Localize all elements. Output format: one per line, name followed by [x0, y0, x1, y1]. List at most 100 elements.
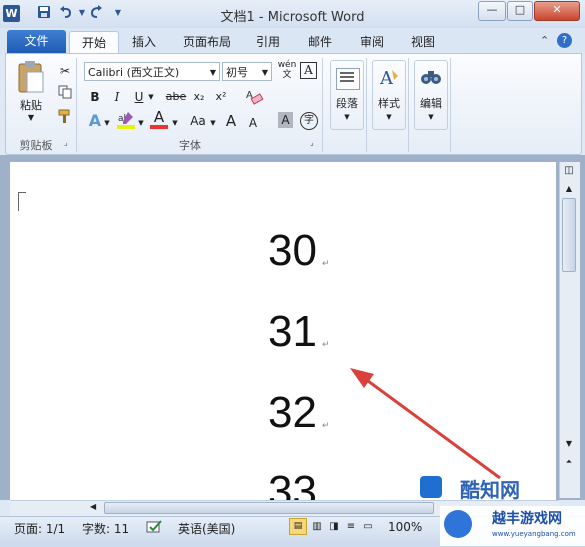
editing-group-button[interactable]: 编辑 ▼: [414, 60, 448, 130]
close-button[interactable]: ✕: [534, 1, 580, 21]
chevron-down-icon[interactable]: ▼: [262, 63, 268, 82]
tab-insert[interactable]: 插入: [122, 31, 166, 53]
styles-icon: A: [378, 66, 400, 89]
tab-view[interactable]: 视图: [403, 31, 443, 53]
word-count-status[interactable]: 字数: 11: [82, 520, 129, 537]
grow-font-button[interactable]: A: [222, 112, 240, 130]
group-separator: [366, 58, 367, 152]
document-page[interactable]: 30 ↵ 31 ↵ 32 ↵ 33: [10, 162, 556, 502]
character-shading-button[interactable]: A: [278, 112, 293, 128]
chevron-down-icon[interactable]: ▼: [208, 114, 218, 132]
chevron-down-icon[interactable]: ▼: [136, 114, 146, 132]
change-case-button[interactable]: Aa: [186, 112, 210, 130]
zoom-level[interactable]: 100%: [388, 520, 422, 534]
chevron-down-icon: ▼: [344, 113, 350, 121]
copy-icon[interactable]: [56, 85, 74, 103]
cut-icon[interactable]: ✂: [56, 62, 74, 80]
kuzhi-watermark: 酷知网: [420, 474, 540, 504]
document-line-33[interactable]: 33: [268, 467, 317, 502]
scroll-left-arrow[interactable]: ◀: [90, 502, 102, 511]
site-watermark: 越丰游戏网 www.yueyangbang.com: [440, 506, 585, 546]
language-status[interactable]: 英语(美国): [178, 520, 235, 537]
full-screen-reading-icon[interactable]: ▥: [309, 518, 325, 535]
group-separator: [450, 58, 451, 152]
web-layout-icon[interactable]: ◨: [326, 518, 342, 535]
tab-file[interactable]: 文件: [7, 30, 66, 53]
outline-view-icon[interactable]: ≡: [343, 518, 359, 535]
paragraph-mark: ↵: [322, 259, 330, 269]
draft-view-icon[interactable]: ▭: [360, 518, 376, 535]
tab-references[interactable]: 引用: [248, 31, 288, 53]
ruler-toggle-icon[interactable]: ◫: [562, 164, 576, 178]
highlight-color-icon[interactable]: ab: [116, 110, 136, 129]
font-size-value: 初号: [226, 66, 248, 79]
paste-dropdown-icon[interactable]: ▼: [25, 113, 37, 122]
paragraph-group-button[interactable]: 段落 ▼: [330, 60, 364, 130]
document-line-30[interactable]: 30: [268, 226, 317, 276]
character-border-icon[interactable]: A: [300, 62, 317, 79]
styles-label: 样式: [378, 97, 400, 110]
bold-button[interactable]: B: [86, 88, 104, 106]
print-layout-view-icon[interactable]: ▤: [289, 518, 307, 535]
tab-home[interactable]: 开始: [69, 31, 119, 54]
chevron-down-icon[interactable]: ▼: [170, 114, 180, 132]
horizontal-scroll-thumb[interactable]: [104, 502, 434, 514]
binoculars-icon: [420, 67, 442, 87]
maximize-button[interactable]: □: [507, 1, 533, 21]
tab-review[interactable]: 审阅: [352, 31, 392, 53]
tab-mailings[interactable]: 邮件: [300, 31, 340, 53]
wifi-logo-icon: [444, 510, 472, 538]
minimize-button[interactable]: —: [478, 1, 506, 21]
phonetic-guide-icon[interactable]: wén 文: [276, 60, 298, 80]
kuzhi-watermark-text: 酷知网: [460, 478, 520, 502]
shrink-font-button[interactable]: A: [244, 114, 262, 132]
superscript-button[interactable]: x²: [212, 88, 230, 106]
font-size-combo[interactable]: 初号 ▼: [222, 62, 272, 81]
font-color-button[interactable]: A: [150, 109, 168, 129]
text-cursor: [18, 192, 26, 211]
vertical-scroll-thumb[interactable]: [562, 198, 576, 272]
strikethrough-button[interactable]: abe: [164, 88, 188, 106]
collapse-ribbon-icon[interactable]: ⌃: [540, 34, 549, 47]
kuzhi-logo-icon: [420, 476, 442, 498]
page-count-status[interactable]: 页面: 1/1: [14, 520, 65, 537]
format-painter-icon[interactable]: [56, 108, 74, 126]
font-name-value: Calibri (西文正文): [88, 66, 180, 79]
paragraph-mark: ↵: [322, 340, 330, 350]
italic-button[interactable]: I: [108, 88, 126, 106]
paragraph-label: 段落: [336, 97, 358, 110]
chevron-down-icon[interactable]: ▼: [210, 63, 216, 82]
subscript-button[interactable]: x₂: [190, 88, 208, 106]
group-separator: [408, 58, 409, 152]
group-separator: [322, 58, 323, 152]
clipboard-launcher-icon[interactable]: ⌟: [64, 138, 68, 147]
site-watermark-url: www.yueyangbang.com: [492, 530, 576, 538]
editing-label: 编辑: [420, 97, 442, 110]
font-name-combo[interactable]: Calibri (西文正文) ▼: [84, 62, 220, 81]
enclose-characters-button[interactable]: 字: [300, 112, 318, 130]
document-line-32[interactable]: 32: [268, 388, 317, 438]
tab-page-layout[interactable]: 页面布局: [175, 31, 239, 53]
document-line-31[interactable]: 31: [268, 307, 317, 357]
paragraph-mark: ↵: [322, 421, 330, 431]
clipboard-group-label: 剪贴板: [19, 139, 53, 152]
previous-page-icon[interactable]: ⏶: [562, 455, 576, 469]
chevron-down-icon[interactable]: ▼: [102, 114, 112, 132]
site-watermark-name: 越丰游戏网: [492, 511, 562, 527]
styles-group-button[interactable]: A 样式 ▼: [372, 60, 406, 130]
paste-button-label[interactable]: 粘贴: [14, 97, 48, 113]
paragraph-icon: [336, 68, 360, 90]
chevron-down-icon: ▼: [428, 113, 434, 121]
group-separator: [76, 58, 77, 152]
scroll-down-arrow[interactable]: ▼: [562, 437, 576, 451]
scroll-up-arrow[interactable]: ▲: [562, 182, 576, 196]
proofing-check-icon[interactable]: [146, 519, 164, 535]
chevron-down-icon: ▼: [386, 113, 392, 121]
help-icon[interactable]: ?: [557, 33, 572, 48]
font-launcher-icon[interactable]: ⌟: [310, 138, 314, 147]
paste-icon[interactable]: [16, 60, 46, 94]
clear-formatting-icon[interactable]: A: [244, 86, 264, 105]
svg-text:A: A: [379, 68, 394, 88]
chevron-down-icon[interactable]: ▼: [146, 88, 156, 106]
font-group-label: 字体: [179, 139, 201, 152]
